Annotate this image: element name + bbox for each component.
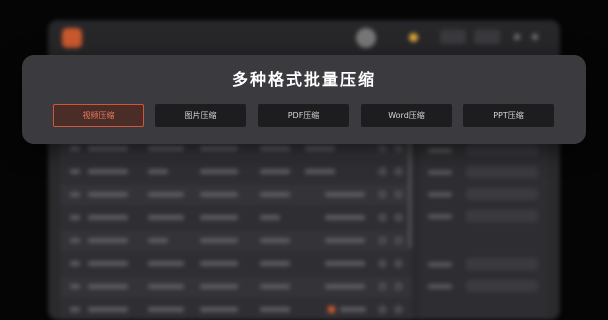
avatar xyxy=(356,28,376,48)
minimize-icon xyxy=(514,34,520,40)
table-row xyxy=(60,253,412,275)
image-compress-button[interactable]: 图片压缩 xyxy=(155,104,246,127)
table-row xyxy=(60,161,412,183)
background-scrollbar xyxy=(408,138,412,248)
table-row xyxy=(60,299,412,320)
background-header-button xyxy=(474,30,500,44)
table-row xyxy=(60,230,412,252)
background-settings-panel xyxy=(420,138,548,318)
table-row xyxy=(60,207,412,229)
ppt-compress-button[interactable]: PPT压缩 xyxy=(463,104,554,127)
background-titlebar xyxy=(48,20,560,56)
background-file-table xyxy=(60,138,412,320)
table-row xyxy=(60,184,412,206)
pdf-compress-button[interactable]: PDF压缩 xyxy=(258,104,349,127)
format-selector-modal: 多种格式批量压缩 视频压缩 图片压缩 PDF压缩 Word压缩 PPT压缩 xyxy=(22,55,586,144)
coin-icon xyxy=(409,33,418,42)
word-compress-button[interactable]: Word压缩 xyxy=(361,104,452,127)
format-button-group: 视频压缩 图片压缩 PDF压缩 Word压缩 PPT压缩 xyxy=(53,104,555,127)
background-header-button xyxy=(440,30,466,44)
video-compress-button[interactable]: 视频压缩 xyxy=(53,104,144,127)
app-logo-icon xyxy=(62,28,82,48)
modal-title: 多种格式批量压缩 xyxy=(231,70,376,89)
close-icon xyxy=(532,34,538,40)
table-row xyxy=(60,276,412,298)
